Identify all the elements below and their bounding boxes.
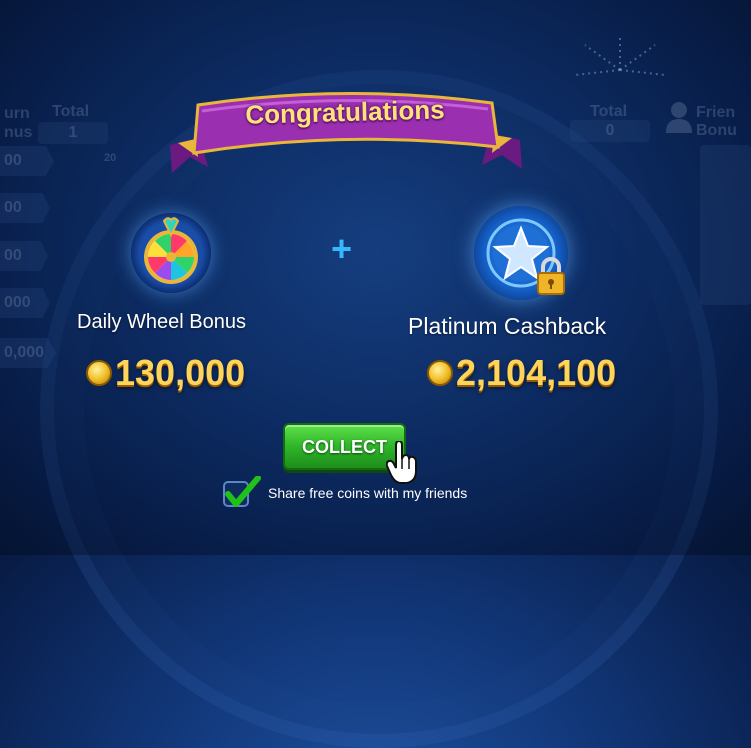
plus-sign: + — [331, 228, 353, 269]
lock-icon — [535, 256, 567, 301]
daily-wheel-label: Daily Wheel Bonus — [77, 311, 246, 333]
share-label: Share free coins with my friends — [268, 485, 468, 501]
overlay-dim — [0, 0, 751, 555]
pointer-hand-icon — [385, 439, 420, 490]
coin-icon — [427, 360, 453, 386]
platinum-cashback-amount-row: 2,104,100 — [427, 352, 616, 394]
prize-wheel-icon — [131, 213, 211, 293]
coin-icon — [86, 360, 112, 386]
platinum-cashback-amount: 2,104,100 — [456, 352, 617, 393]
daily-wheel-amount-row: 130,000 — [86, 352, 245, 394]
platinum-cashback-label: Platinum Cashback — [408, 313, 607, 339]
title-ribbon: Congratulations — [160, 85, 530, 180]
share-checkbox[interactable] — [222, 475, 262, 510]
daily-wheel-amount: 130,000 — [115, 352, 246, 393]
